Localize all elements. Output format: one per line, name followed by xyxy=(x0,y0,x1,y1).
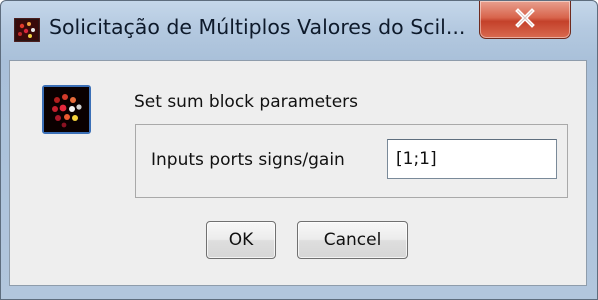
window-title: Solicitação de Múltiplos Valores do Scil… xyxy=(49,15,466,39)
inputs-ports-field[interactable] xyxy=(387,139,557,179)
inputs-ports-label: Inputs ports signs/gain xyxy=(151,150,345,170)
title-bar[interactable]: Solicitação de Múltiplos Valores do Scil… xyxy=(1,1,597,59)
close-icon xyxy=(515,8,535,28)
close-button[interactable] xyxy=(479,1,571,39)
dialog-message: Set sum block parameters xyxy=(134,92,359,112)
scilab-icon xyxy=(13,17,41,43)
dialog-content: Set sum block parameters Inputs ports si… xyxy=(9,60,587,286)
window-bottom-border xyxy=(1,287,597,299)
scilab-dots-icon xyxy=(42,85,91,134)
ok-button[interactable]: OK xyxy=(206,221,276,259)
cancel-button[interactable]: Cancel xyxy=(297,221,408,259)
parameters-panel: Inputs ports signs/gain xyxy=(135,124,568,198)
dialog-window: Solicitação de Múltiplos Valores do Scil… xyxy=(0,0,598,300)
